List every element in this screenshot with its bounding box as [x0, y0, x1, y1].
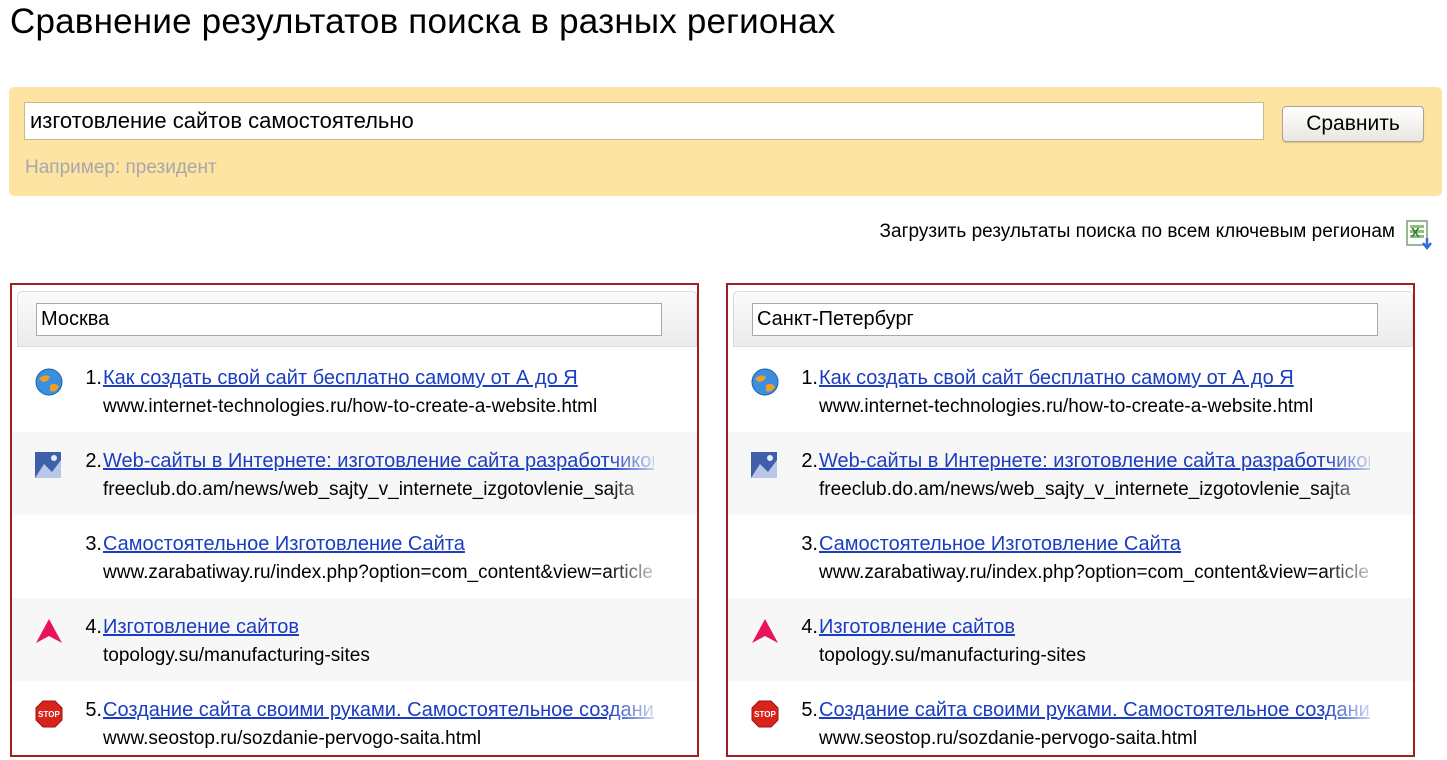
svg-text:STOP: STOP: [754, 710, 776, 719]
result-title-link[interactable]: Самостоятельное Изготовление Сайта: [103, 533, 654, 556]
result-item: 3. Самостоятельное Изготовление Сайта ww…: [728, 515, 1413, 598]
result-item: STOP 5. Создание сайта своими руками. Са…: [728, 681, 1413, 755]
result-item: 3. Самостоятельное Изготовление Сайта ww…: [12, 515, 697, 598]
region-panel-left: 1. Как создать свой сайт бесплатно самом…: [10, 283, 699, 757]
region-input[interactable]: [36, 303, 662, 336]
text-fade: [1323, 525, 1383, 595]
text-fade: [607, 359, 667, 429]
text-fade: [1323, 359, 1383, 429]
text-fade: [1323, 442, 1383, 512]
result-url: www.seostop.ru/sozdanie-pervogo-saita.ht…: [819, 728, 1198, 749]
result-item: STOP 5. Создание сайта своими руками. Са…: [12, 681, 697, 755]
result-title-link[interactable]: Web-сайты в Интернете: изготовление сайт…: [819, 450, 1370, 473]
pink-triangle-icon: [36, 619, 62, 643]
result-item: 1. Как создать свой сайт бесплатно самом…: [12, 349, 697, 432]
result-number: 2.: [801, 450, 818, 472]
pink-triangle-icon: [752, 619, 778, 643]
result-number: 5.: [85, 699, 102, 721]
text-fade: [1323, 608, 1383, 678]
result-title-link[interactable]: Самостоятельное Изготовление Сайта: [819, 533, 1370, 556]
result-url: freeclub.do.am/news/web_sajty_v_internet…: [819, 479, 1351, 500]
result-number: 3.: [801, 533, 818, 555]
result-title-link[interactable]: Web-сайты в Интернете: изготовление сайт…: [103, 450, 654, 473]
region-input[interactable]: [752, 303, 1378, 336]
text-fade: [1323, 691, 1383, 755]
result-title-link[interactable]: Изготовление сайтов: [819, 616, 1370, 639]
results-list: 1. Как создать свой сайт бесплатно самом…: [12, 349, 697, 755]
text-fade: [607, 525, 667, 595]
result-number: 1.: [801, 367, 818, 389]
search-panel: Сравнить Например: президент: [9, 87, 1442, 196]
result-title-link[interactable]: Изготовление сайтов: [103, 616, 654, 639]
results-list: 1. Как создать свой сайт бесплатно самом…: [728, 349, 1413, 755]
text-fade: [607, 691, 667, 755]
result-url: topology.su/manufacturing-sites: [103, 645, 370, 666]
result-title-link[interactable]: Как создать свой сайт бесплатно самому о…: [819, 367, 1370, 390]
result-url: www.zarabatiway.ru/index.php?option=com_…: [103, 562, 653, 583]
result-url: freeclub.do.am/news/web_sajty_v_internet…: [103, 479, 635, 500]
result-number: 4.: [85, 616, 102, 638]
result-number: 4.: [801, 616, 818, 638]
text-fade: [607, 442, 667, 512]
result-url: www.internet-technologies.ru/how-to-crea…: [819, 396, 1314, 417]
result-item: 2. Web-сайты в Интернете: изготовление с…: [12, 432, 697, 515]
text-fade: [607, 608, 667, 678]
region-header: [17, 291, 697, 347]
result-number: 1.: [85, 367, 102, 389]
svg-text:STOP: STOP: [38, 710, 60, 719]
result-item: 4. Изготовление сайтов topology.su/manuf…: [12, 598, 697, 681]
photo-thumbnail-icon: [35, 452, 61, 478]
result-url: www.internet-technologies.ru/how-to-crea…: [103, 396, 598, 417]
result-item: 1. Как создать свой сайт бесплатно самом…: [728, 349, 1413, 432]
query-input[interactable]: [24, 102, 1264, 140]
page-title: Сравнение результатов поиска в разных ре…: [10, 2, 836, 41]
stop-sign-icon: STOP: [35, 700, 63, 728]
region-panel-right: 1. Как создать свой сайт бесплатно самом…: [726, 283, 1415, 757]
result-url: www.zarabatiway.ru/index.php?option=com_…: [819, 562, 1369, 583]
result-number: 5.: [801, 699, 818, 721]
search-hint[interactable]: Например: президент: [25, 157, 217, 179]
result-url: topology.su/manufacturing-sites: [819, 645, 1086, 666]
svg-text:X: X: [1411, 225, 1420, 240]
excel-download-icon[interactable]: X: [1405, 220, 1435, 252]
stop-sign-icon: STOP: [751, 700, 779, 728]
download-results-link[interactable]: Загрузить результаты поиска по всем ключ…: [880, 221, 1395, 243]
result-number: 3.: [85, 533, 102, 555]
region-header: [733, 291, 1413, 347]
result-number: 2.: [85, 450, 102, 472]
compare-button[interactable]: Сравнить: [1282, 106, 1424, 142]
globe-icon: [751, 368, 779, 396]
result-title-link[interactable]: Как создать свой сайт бесплатно самому о…: [103, 367, 654, 390]
result-item: 4. Изготовление сайтов topology.su/manuf…: [728, 598, 1413, 681]
result-item: 2. Web-сайты в Интернете: изготовление с…: [728, 432, 1413, 515]
result-title-link[interactable]: Создание сайта своими руками. Самостояте…: [819, 699, 1370, 722]
result-title-link[interactable]: Создание сайта своими руками. Самостояте…: [103, 699, 654, 722]
photo-thumbnail-icon: [751, 452, 777, 478]
globe-icon: [35, 368, 63, 396]
result-url: www.seostop.ru/sozdanie-pervogo-saita.ht…: [103, 728, 482, 749]
